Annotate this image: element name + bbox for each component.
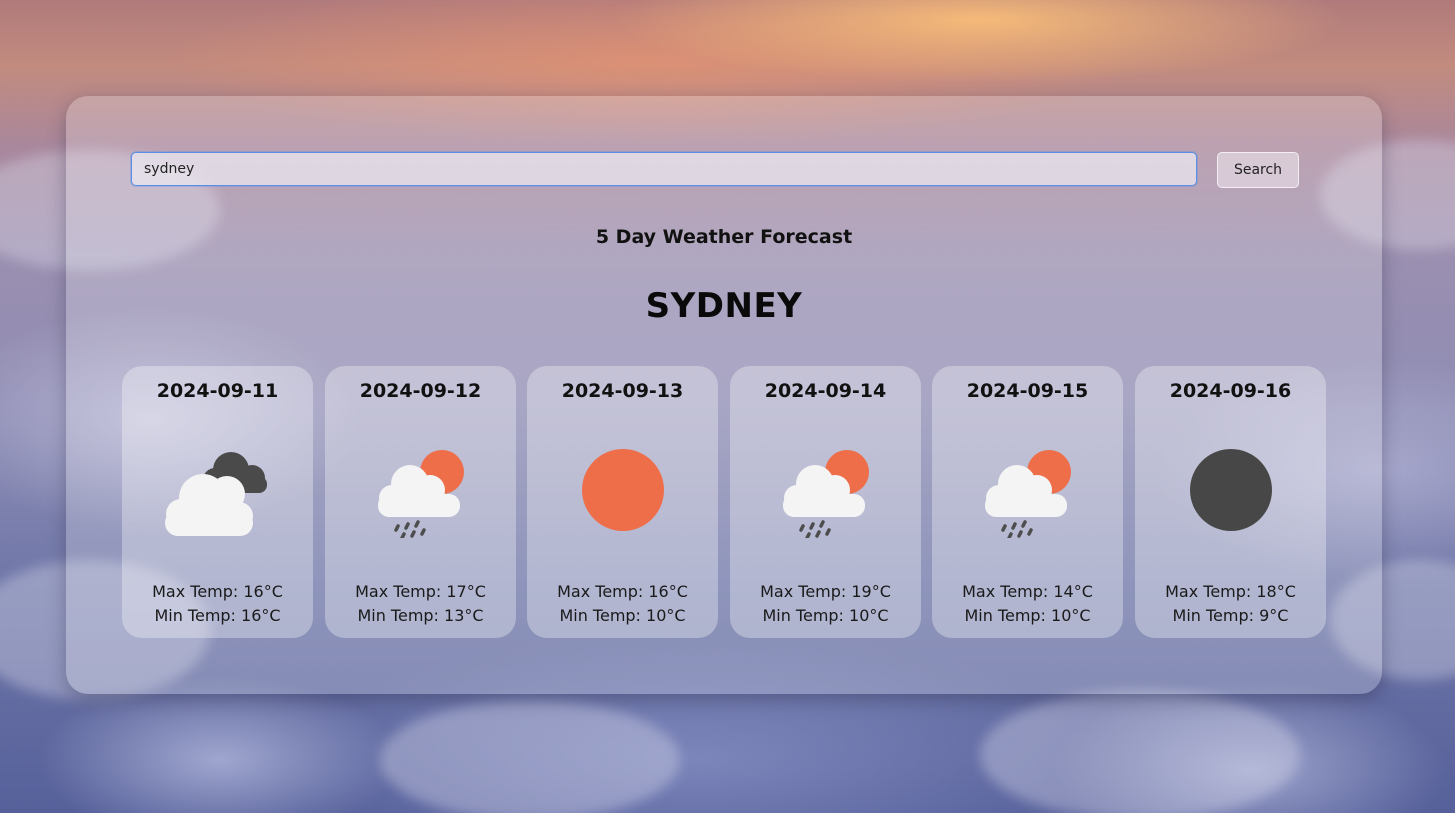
max-temp: Max Temp: 19°C — [760, 582, 891, 601]
forecast-temps: Max Temp: 18°C Min Temp: 9°C — [1135, 580, 1326, 628]
rain-sun-icon — [965, 438, 1090, 540]
min-temp: Min Temp: 10°C — [964, 606, 1091, 625]
forecast-card: 2024-09-15 Max Temp: 14°C Min Temp: 10°C — [932, 366, 1123, 638]
forecast-card: 2024-09-12 Max Temp: 17°C Min Temp: 13°C — [325, 366, 516, 638]
min-temp: Min Temp: 9°C — [1172, 606, 1289, 625]
max-temp: Max Temp: 16°C — [152, 582, 283, 601]
city-name: SYDNEY — [645, 286, 803, 326]
max-temp: Max Temp: 17°C — [355, 582, 486, 601]
forecast-temps: Max Temp: 17°C Min Temp: 13°C — [325, 580, 516, 628]
forecast-cards: 2024-09-11 Max Temp: 16°C Min Temp: 16°C… — [122, 366, 1326, 638]
forecast-card: 2024-09-13 Max Temp: 16°C Min Temp: 10°C — [527, 366, 718, 638]
rain-sun-icon — [358, 438, 483, 540]
city-search-input[interactable] — [131, 152, 1197, 186]
cloudy-icon — [155, 438, 280, 538]
forecast-date: 2024-09-15 — [966, 380, 1089, 402]
forecast-date: 2024-09-14 — [764, 380, 887, 402]
forecast-temps: Max Temp: 16°C Min Temp: 16°C — [122, 580, 313, 628]
min-temp: Min Temp: 10°C — [762, 606, 889, 625]
forecast-panel: Search 5 Day Weather Forecast SYDNEY 202… — [66, 96, 1382, 694]
min-temp: Min Temp: 10°C — [559, 606, 686, 625]
max-temp: Max Temp: 18°C — [1165, 582, 1296, 601]
max-temp: Max Temp: 16°C — [557, 582, 688, 601]
forecast-heading: 5 Day Weather Forecast — [595, 226, 853, 248]
forecast-card: 2024-09-16 Max Temp: 18°C Min Temp: 9°C — [1135, 366, 1326, 638]
min-temp: Min Temp: 13°C — [357, 606, 484, 625]
max-temp: Max Temp: 14°C — [962, 582, 1093, 601]
forecast-card: 2024-09-14 Max Temp: 19°C Min Temp: 10°C — [730, 366, 921, 638]
sun-icon — [560, 438, 685, 538]
rain-sun-icon — [763, 438, 888, 540]
background-cloud — [380, 700, 680, 813]
forecast-temps: Max Temp: 16°C Min Temp: 10°C — [527, 580, 718, 628]
forecast-temps: Max Temp: 14°C Min Temp: 10°C — [932, 580, 1123, 628]
forecast-date: 2024-09-12 — [359, 380, 482, 402]
forecast-date: 2024-09-13 — [561, 380, 684, 402]
forecast-card: 2024-09-11 Max Temp: 16°C Min Temp: 16°C — [122, 366, 313, 638]
forecast-temps: Max Temp: 19°C Min Temp: 10°C — [730, 580, 921, 628]
min-temp: Min Temp: 16°C — [154, 606, 281, 625]
search-button[interactable]: Search — [1217, 152, 1299, 188]
background-cloud — [980, 690, 1300, 813]
forecast-date: 2024-09-16 — [1169, 380, 1292, 402]
forecast-date: 2024-09-11 — [156, 380, 279, 402]
dark-circle-icon — [1168, 438, 1293, 538]
